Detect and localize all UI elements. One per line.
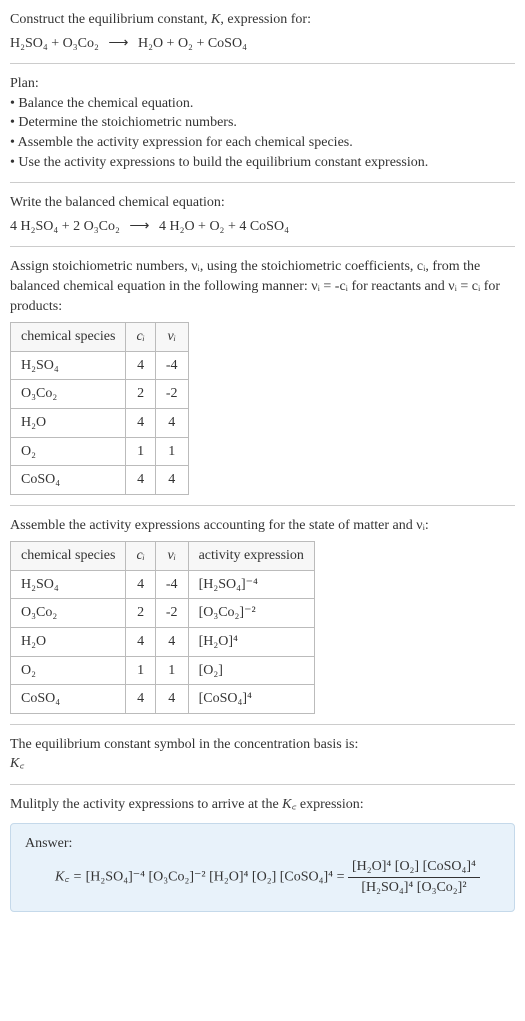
- table-header-row: chemical species cᵢ νᵢ activity expressi…: [11, 542, 315, 571]
- cell-c: 2: [126, 599, 155, 628]
- kc-var: K꜀ =: [55, 870, 86, 885]
- cell-species: O₂: [11, 437, 126, 466]
- multiply-line: Mulitply the activity expressions to arr…: [10, 795, 515, 815]
- balanced-section: Write the balanced chemical equation: 4 …: [10, 193, 515, 236]
- cell-c: 4: [126, 570, 155, 599]
- fraction-numerator: [H₂O]⁴ [O₂] [CoSO₄]⁴: [348, 857, 480, 878]
- cell-v: 4: [155, 466, 188, 495]
- cell-v: -2: [155, 380, 188, 409]
- cell-species: H₂O: [11, 408, 126, 437]
- cell-c: 1: [126, 437, 155, 466]
- cell-c: 2: [126, 380, 155, 409]
- divider: [10, 246, 515, 247]
- table-row: O₃Co₂ 2 -2: [11, 380, 189, 409]
- plan-item: Balance the chemical equation.: [10, 94, 515, 114]
- col-v: νᵢ: [155, 323, 188, 352]
- cell-c: 1: [126, 656, 155, 685]
- balanced-title: Write the balanced chemical equation:: [10, 193, 515, 213]
- cell-v: 1: [155, 437, 188, 466]
- plan-item: Assemble the activity expression for eac…: [10, 133, 515, 153]
- answer-box: Answer: K꜀ = [H₂SO₄]⁻⁴ [O₃Co₂]⁻² [H₂O]⁴ …: [10, 823, 515, 913]
- cell-v: 4: [155, 408, 188, 437]
- col-species: chemical species: [11, 323, 126, 352]
- cell-c: 4: [126, 685, 155, 714]
- table-row: H₂SO₄ 4 -4 [H₂SO₄]⁻⁴: [11, 570, 315, 599]
- table-row: O₃Co₂ 2 -2 [O₃Co₂]⁻²: [11, 599, 315, 628]
- table-row: O₂ 1 1: [11, 437, 189, 466]
- intro-line1: Construct the equilibrium constant, K, e…: [10, 10, 515, 30]
- stoich-section: Assign stoichiometric numbers, νᵢ, using…: [10, 257, 515, 494]
- activity-table: chemical species cᵢ νᵢ activity expressi…: [10, 541, 315, 714]
- multiply-section: Mulitply the activity expressions to arr…: [10, 795, 515, 815]
- table-row: O₂ 1 1 [O₂]: [11, 656, 315, 685]
- table-row: CoSO₄ 4 4 [CoSO₄]⁴: [11, 685, 315, 714]
- col-species: chemical species: [11, 542, 126, 571]
- col-v: νᵢ: [155, 542, 188, 571]
- balanced-rhs: 4 H₂O + O₂ + 4 CoSO₄: [159, 219, 289, 234]
- cell-v: 4: [155, 628, 188, 657]
- cell-species: H₂SO₄: [11, 570, 126, 599]
- reaction-arrow: ⟶: [123, 219, 155, 234]
- divider: [10, 182, 515, 183]
- activity-section: Assemble the activity expressions accoun…: [10, 516, 515, 714]
- balanced-lhs: 4 H₂SO₄ + 2 O₃Co₂: [10, 219, 120, 234]
- balanced-equation: 4 H₂SO₄ + 2 O₃Co₂ ⟶ 4 H₂O + O₂ + 4 CoSO₄: [10, 217, 515, 237]
- cell-species: H₂SO₄: [11, 351, 126, 380]
- col-expr: activity expression: [188, 542, 314, 571]
- cell-species: O₂: [11, 656, 126, 685]
- cell-v: -2: [155, 599, 188, 628]
- kc-symbol: K꜀: [10, 754, 515, 774]
- cell-species: O₃Co₂: [11, 380, 126, 409]
- fraction-denominator: [H₂SO₄]⁴ [O₃Co₂]²: [348, 878, 480, 898]
- plan-section: Plan: Balance the chemical equation. Det…: [10, 74, 515, 172]
- cell-v: 1: [155, 656, 188, 685]
- cell-species: O₃Co₂: [11, 599, 126, 628]
- cell-expr: [H₂O]⁴: [188, 628, 314, 657]
- answer-product-form: [H₂SO₄]⁻⁴ [O₃Co₂]⁻² [H₂O]⁴ [O₂] [CoSO₄]⁴…: [86, 870, 348, 885]
- kc-symbol-line: The equilibrium constant symbol in the c…: [10, 735, 515, 755]
- plan-item: Determine the stoichiometric numbers.: [10, 113, 515, 133]
- divider: [10, 724, 515, 725]
- cell-species: CoSO₄: [11, 466, 126, 495]
- plan-list: Balance the chemical equation. Determine…: [10, 94, 515, 172]
- table-row: H₂O 4 4 [H₂O]⁴: [11, 628, 315, 657]
- plan-item: Use the activity expressions to build th…: [10, 153, 515, 173]
- cell-species: CoSO₄: [11, 685, 126, 714]
- cell-expr: [O₂]: [188, 656, 314, 685]
- cell-v: -4: [155, 351, 188, 380]
- divider: [10, 63, 515, 64]
- stoich-table: chemical species cᵢ νᵢ H₂SO₄ 4 -4 O₃Co₂ …: [10, 322, 189, 495]
- activity-intro: Assemble the activity expressions accoun…: [10, 516, 515, 536]
- table-row: H₂SO₄ 4 -4: [11, 351, 189, 380]
- cell-c: 4: [126, 466, 155, 495]
- answer-fraction: [H₂O]⁴ [O₂] [CoSO₄]⁴ [H₂SO₄]⁴ [O₃Co₂]²: [348, 857, 480, 897]
- cell-c: 4: [126, 351, 155, 380]
- table-header-row: chemical species cᵢ νᵢ: [11, 323, 189, 352]
- cell-c: 4: [126, 628, 155, 657]
- divider: [10, 505, 515, 506]
- table-row: CoSO₄ 4 4: [11, 466, 189, 495]
- cell-v: -4: [155, 570, 188, 599]
- cell-expr: [H₂SO₄]⁻⁴: [188, 570, 314, 599]
- stoich-intro: Assign stoichiometric numbers, νᵢ, using…: [10, 257, 515, 316]
- intro-lhs: H₂SO₄ + O₃Co₂: [10, 36, 99, 51]
- answer-equation: K꜀ = [H₂SO₄]⁻⁴ [O₃Co₂]⁻² [H₂O]⁴ [O₂] [Co…: [25, 857, 500, 897]
- col-c: cᵢ: [126, 542, 155, 571]
- kc-symbol-section: The equilibrium constant symbol in the c…: [10, 735, 515, 774]
- cell-expr: [CoSO₄]⁴: [188, 685, 314, 714]
- reaction-arrow: ⟶: [102, 36, 134, 51]
- intro-equation: H₂SO₄ + O₃Co₂ ⟶ H₂O + O₂ + CoSO₄: [10, 34, 515, 54]
- cell-species: H₂O: [11, 628, 126, 657]
- divider: [10, 784, 515, 785]
- answer-label: Answer:: [25, 834, 500, 854]
- col-c: cᵢ: [126, 323, 155, 352]
- plan-title: Plan:: [10, 74, 515, 94]
- cell-v: 4: [155, 685, 188, 714]
- table-row: H₂O 4 4: [11, 408, 189, 437]
- intro-rhs: H₂O + O₂ + CoSO₄: [138, 36, 247, 51]
- cell-expr: [O₃Co₂]⁻²: [188, 599, 314, 628]
- cell-c: 4: [126, 408, 155, 437]
- intro-section: Construct the equilibrium constant, K, e…: [10, 10, 515, 53]
